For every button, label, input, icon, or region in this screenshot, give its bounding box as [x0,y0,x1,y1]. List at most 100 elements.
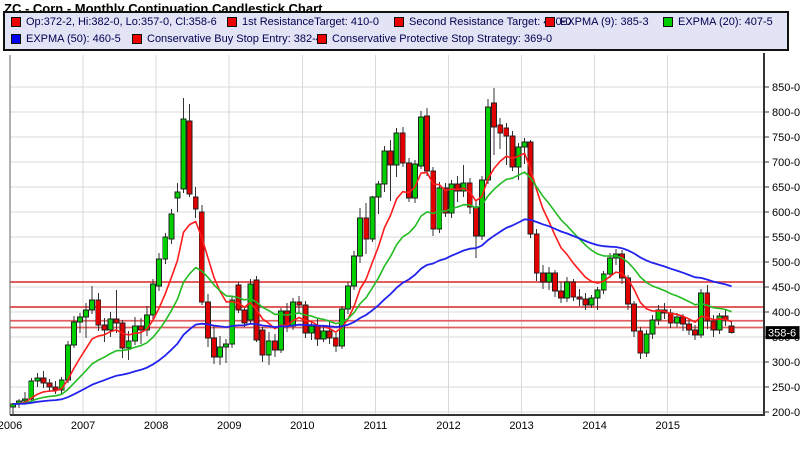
candle-body [162,236,169,260]
candle-body [345,285,351,310]
candle-body [369,196,376,240]
candle-body [271,340,278,351]
candle-body [308,325,315,334]
candle-body [150,283,157,316]
y-tick-label: 700-0 [772,157,800,169]
candle-body [113,318,120,324]
x-tick-label: 2014 [582,420,606,432]
candle-body [357,217,364,257]
candle-body [545,272,552,283]
candle-body [259,329,266,356]
x-tick-label: 2007 [71,420,95,432]
candle-body [64,344,71,381]
candle-body [265,340,272,356]
candle-body [582,298,589,306]
x-tick-label: 2009 [217,420,241,432]
y-tick-label: 800-0 [772,107,800,119]
candle-body [679,316,686,325]
x-tick-label: 2008 [144,420,168,432]
candle-body [46,382,53,388]
candle-body [588,297,595,306]
candle-body [198,211,205,303]
chart-window: ZC - Corn - Monthly Continuation Candles… [0,0,800,454]
candle-body [564,281,571,299]
y-tick-label: 850-0 [772,82,800,94]
candle-body [503,127,510,137]
candle-body [673,316,680,324]
candle-body [491,102,498,128]
candle-body [698,292,705,336]
candle-body [119,322,126,349]
x-tick-label: 2011 [364,420,388,432]
candle-body [95,299,102,326]
candle-body [332,337,339,347]
y-tick-label: 300-0 [772,357,800,369]
candle-body [576,296,583,300]
candle-body [497,124,504,134]
candle-body [278,310,284,351]
candle-body [393,132,400,166]
candle-body [314,325,321,340]
candle-body [594,289,601,299]
y-tick-label: 750-0 [772,132,800,144]
candle-body [539,272,546,283]
candle-body [77,316,83,323]
candle-body [156,258,163,287]
candle-body [375,183,382,198]
candle-body [570,281,577,298]
candle-body [631,303,638,332]
candlestick-chart[interactable]: 200-0250-0300-0350-0400-0450-0500-0550-0… [0,0,800,454]
y-tick-label: 500-0 [772,257,800,269]
candle-body [101,324,108,331]
candle-body [710,320,717,331]
candle-body [381,150,388,185]
candle-body [643,333,650,354]
candle-body [606,257,613,275]
candle-body [478,179,485,237]
candle-body [320,330,327,340]
candle-body [223,343,230,348]
y-tick-label: 200-0 [772,407,800,419]
y-tick-label: 650-0 [772,182,800,194]
candle-body [472,206,479,237]
x-tick-label: 2013 [509,420,533,432]
candle-body [728,325,735,334]
candle-body [716,315,723,331]
candle-body [186,120,193,195]
candle-body [351,255,357,287]
candle-body [89,299,96,311]
candle-body [637,330,644,354]
candle-body [241,309,248,324]
y-tick-label: 250-0 [772,382,800,394]
candle-body [442,187,449,214]
candle-body [692,329,699,336]
candle-body [552,272,558,292]
x-tick-label: 2006 [0,420,22,432]
candle-body [83,309,90,318]
candle-body [418,116,424,167]
candle-body [509,135,516,168]
candle-body [168,213,175,240]
candle-body [217,346,224,358]
candle-body [558,290,565,299]
candle-body [399,132,406,164]
candle-body [70,321,77,346]
y-tick-label: 600-0 [772,207,800,219]
ema-9-line [12,152,732,405]
y-tick-label: 450-0 [772,282,800,294]
x-tick-label: 2015 [655,420,679,432]
candle-body [192,196,199,210]
candle-body [424,115,431,172]
candle-body [686,323,692,331]
candle-body [125,340,132,349]
y-tick-label: 550-0 [772,232,800,244]
candle-body [180,118,187,190]
x-tick-label: 2010 [290,420,314,432]
candle-body [485,106,491,181]
x-tick-label: 2012 [436,420,460,432]
candle-body [296,301,303,306]
candle-body [229,299,236,345]
candle-body [326,330,333,339]
candle-body [436,187,443,230]
candle-body [174,191,181,199]
